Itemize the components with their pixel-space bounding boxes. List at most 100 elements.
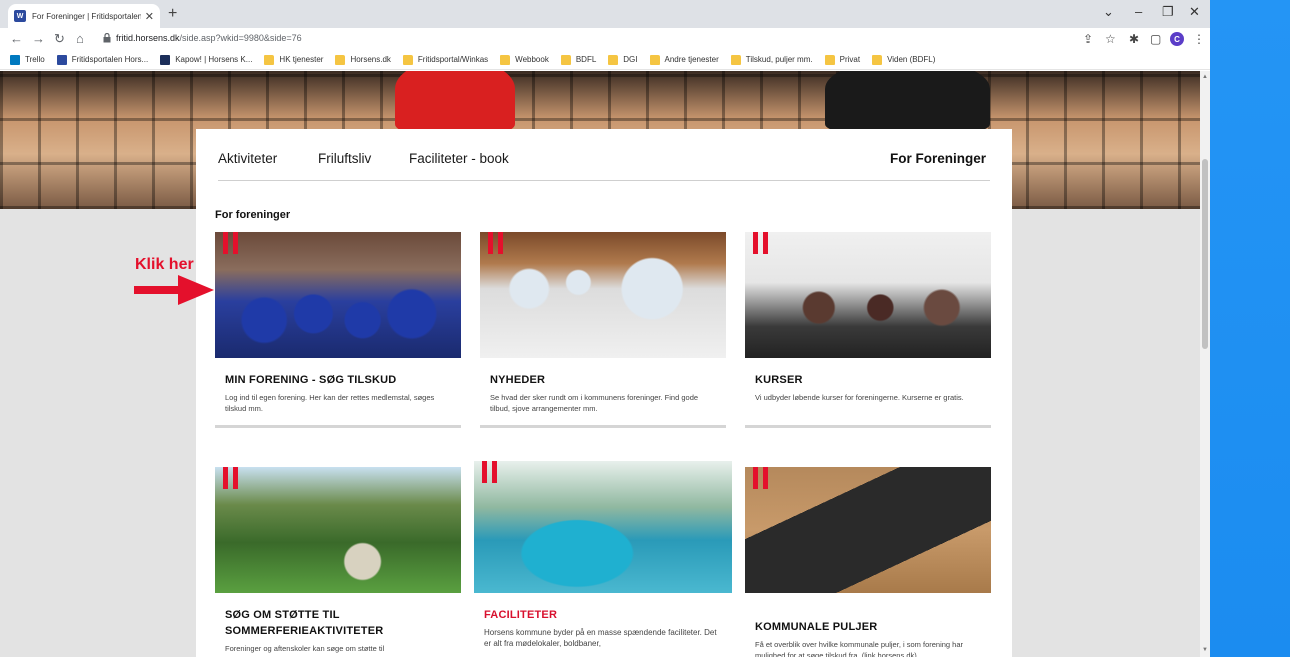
tab-title: For Foreninger | Fritidsportalen H xyxy=(32,11,141,21)
lock-icon[interactable] xyxy=(103,33,111,43)
card-kommunale-puljer[interactable]: KOMMUNALE PULJER Få et overblik over hvi… xyxy=(745,467,991,657)
browser-tab-active[interactable]: W For Foreninger | Fritidsportalen H ✕ xyxy=(8,4,160,28)
card-image[interactable] xyxy=(745,467,991,593)
card-title[interactable]: MIN FORENING - SØG TILSKUD xyxy=(225,372,461,388)
bookmark-label: Trello xyxy=(25,55,45,64)
bookmark-label: HK tjenester xyxy=(279,55,324,64)
page-scrollbar[interactable]: ▲ ▼ xyxy=(1200,71,1210,657)
nav-link-friluftsliv[interactable]: Friluftsliv xyxy=(318,151,371,166)
section-title: For foreninger xyxy=(215,209,291,221)
folder-icon xyxy=(560,54,571,65)
card-image[interactable] xyxy=(215,467,461,593)
card-description: Se hvad der sker rundt om i kommunens fo… xyxy=(490,393,699,413)
folder-icon xyxy=(335,54,346,65)
bookmark-label: Horsens.dk xyxy=(350,55,391,64)
minimize-button[interactable]: – xyxy=(1135,4,1142,19)
card-sommerferie[interactable]: SØG OM STØTTE TIL SOMMERFERIEAKTIVITETER… xyxy=(215,467,461,654)
bookmark-folder[interactable]: Fritidsportal/Winkas xyxy=(402,54,489,65)
tab-search-chevron-icon[interactable]: ⌄ xyxy=(1103,4,1114,20)
bookmark-folder[interactable]: HK tjenester xyxy=(264,54,324,65)
hero-person-dark xyxy=(825,71,990,131)
card-image[interactable] xyxy=(474,461,732,593)
bookmark-label: BDFL xyxy=(575,55,597,64)
card-title[interactable]: KOMMUNALE PULJER xyxy=(755,619,991,635)
bookmark-trello[interactable]: Trello xyxy=(10,54,45,65)
card-divider xyxy=(745,425,991,428)
window-close-button[interactable]: ✕ xyxy=(1189,4,1200,20)
stripes-decoration xyxy=(223,467,241,489)
card-nyheder[interactable]: NYHEDER Se hvad der sker rundt om i komm… xyxy=(480,232,726,428)
card-title[interactable]: NYHEDER xyxy=(490,372,726,388)
home-icon[interactable]: ⌂ xyxy=(76,31,84,47)
bookmark-label: Fritidsportalen Hors... xyxy=(71,55,149,64)
forward-arrow-icon[interactable]: → xyxy=(32,31,45,47)
scroll-up-icon[interactable]: ▲ xyxy=(1202,74,1208,80)
card-min-forening[interactable]: MIN FORENING - SØG TILSKUD Log ind til e… xyxy=(215,232,461,428)
back-arrow-icon[interactable]: ← xyxy=(10,31,23,47)
kapow-icon xyxy=(160,54,171,65)
card-title[interactable]: FACILITETER xyxy=(484,607,732,623)
profile-avatar[interactable]: C xyxy=(1170,32,1184,46)
reload-icon[interactable]: ↻ xyxy=(54,31,65,47)
card-image[interactable] xyxy=(745,232,991,358)
browser-toolbar: ← → ↻ ⌂ fritid.horsens.dk/side.asp?wkid=… xyxy=(0,28,1210,50)
card-image[interactable] xyxy=(480,232,726,358)
restore-button[interactable]: ❐ xyxy=(1162,4,1174,20)
tab-strip: W For Foreninger | Fritidsportalen H ✕ +… xyxy=(0,0,1210,28)
new-tab-button[interactable]: + xyxy=(168,5,177,23)
bookmark-folder[interactable]: BDFL xyxy=(560,54,597,65)
bookmark-folder[interactable]: Horsens.dk xyxy=(335,54,391,65)
folder-icon xyxy=(872,54,883,65)
card-description: Log ind til egen forening. Her kan der r… xyxy=(225,393,435,413)
stripes-decoration xyxy=(753,467,771,489)
bookmark-folder[interactable]: Privat xyxy=(824,54,861,65)
bookmark-label: Andre tjenester xyxy=(664,55,719,64)
card-divider xyxy=(480,425,726,428)
card-description: Vi udbyder løbende kurser for foreninger… xyxy=(755,393,964,402)
bookmarks-bar: Trello Fritidsportalen Hors... Kapow! | … xyxy=(0,50,1210,70)
bookmark-label: Tilskud, puljer mm. xyxy=(745,55,813,64)
fritidsportalen-favicon-icon: W xyxy=(14,10,26,22)
trello-icon xyxy=(10,54,20,65)
stripes-decoration xyxy=(488,232,506,254)
extensions-puzzle-icon[interactable]: ✱ xyxy=(1129,31,1139,47)
address-bar[interactable]: fritid.horsens.dk/side.asp?wkid=9980&sid… xyxy=(116,33,302,43)
stripes-decoration xyxy=(482,461,500,483)
folder-icon xyxy=(824,54,835,65)
tab-close-icon[interactable]: ✕ xyxy=(145,10,154,23)
folder-icon xyxy=(649,54,660,65)
scroll-down-icon[interactable]: ▼ xyxy=(1202,647,1208,653)
bookmark-star-icon[interactable]: ☆ xyxy=(1105,31,1116,47)
card-description: Foreninger og aftenskoler kan søge om st… xyxy=(225,644,385,653)
desktop-background xyxy=(1210,0,1290,657)
share-icon[interactable]: ⇪ xyxy=(1083,31,1093,47)
nav-link-aktiviteter[interactable]: Aktiviteter xyxy=(218,151,277,166)
bookmark-label: Fritidsportal/Winkas xyxy=(417,55,489,64)
content-panel: Aktiviteter Friluftsliv Faciliteter - bo… xyxy=(196,129,1012,657)
folder-icon xyxy=(402,54,413,65)
bookmark-folder[interactable]: Tilskud, puljer mm. xyxy=(730,54,813,65)
folder-icon xyxy=(608,54,619,65)
bookmark-folder[interactable]: Viden (BDFL) xyxy=(872,54,936,65)
bookmark-kapow[interactable]: Kapow! | Horsens K... xyxy=(160,54,252,65)
card-image[interactable] xyxy=(215,232,461,358)
bookmark-label: Webbook xyxy=(515,55,549,64)
bookmark-label: Viden (BDFL) xyxy=(887,55,936,64)
nav-link-for-foreninger[interactable]: For Foreninger xyxy=(890,151,986,166)
card-title[interactable]: SØG OM STØTTE TIL SOMMERFERIEAKTIVITETER xyxy=(225,607,461,639)
bookmark-label: Privat xyxy=(839,55,861,64)
side-panel-icon[interactable]: ▢ xyxy=(1150,31,1161,47)
bookmark-folder[interactable]: Andre tjenester xyxy=(649,54,719,65)
menu-kebab-icon[interactable]: ⋮ xyxy=(1193,31,1205,47)
scrollbar-thumb[interactable] xyxy=(1202,159,1208,349)
nav-link-faciliteter-book[interactable]: Faciliteter - book xyxy=(409,151,509,166)
card-kurser[interactable]: KURSER Vi udbyder løbende kurser for for… xyxy=(745,232,991,428)
bookmark-folder[interactable]: Webbook xyxy=(500,54,549,65)
bookmark-fritidsportalen[interactable]: Fritidsportalen Hors... xyxy=(56,54,149,65)
card-title[interactable]: KURSER xyxy=(755,372,991,388)
card-description: Horsens kommune byder på en masse spænde… xyxy=(484,628,717,648)
card-faciliteter[interactable]: FACILITETER Horsens kommune byder på en … xyxy=(474,461,732,649)
card-description: Få et overblik over hvilke kommunale pul… xyxy=(755,640,964,657)
browser-window: W For Foreninger | Fritidsportalen H ✕ +… xyxy=(0,0,1210,657)
bookmark-folder[interactable]: DGI xyxy=(608,54,638,65)
